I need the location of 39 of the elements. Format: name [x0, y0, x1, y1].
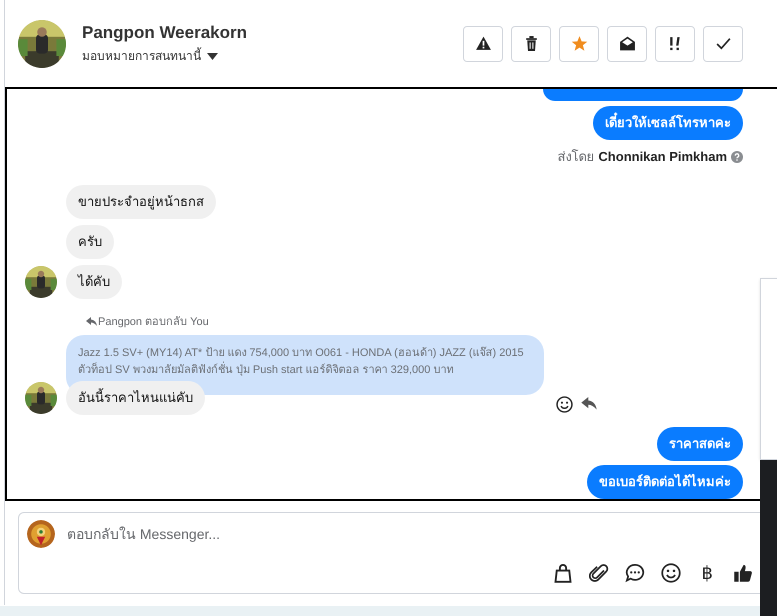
- check-button[interactable]: [703, 26, 743, 62]
- assign-dropdown[interactable]: มอบหมายการสนทนานี้: [82, 47, 247, 66]
- thumbs-up-icon: [733, 563, 753, 583]
- contact-name: Pangpon Weerakorn: [82, 22, 247, 44]
- message-bubble: ขายประจำอยู่หน้าธกส: [66, 184, 216, 218]
- reply-field[interactable]: ตอบกลับใน Messenger...: [67, 524, 627, 544]
- envelope-icon: [618, 35, 636, 52]
- react-icon[interactable]: [556, 396, 573, 413]
- chat-button[interactable]: [625, 563, 645, 583]
- like-button[interactable]: [733, 563, 753, 583]
- shopping-bag-icon: [553, 563, 573, 583]
- star-button[interactable]: [559, 26, 599, 62]
- sender-name: Chonnikan Pimkham: [598, 148, 727, 166]
- message-bubble: ขอเบอร์ติดต่อได้ไหมค่ะ: [587, 465, 743, 499]
- bag-button[interactable]: [553, 563, 573, 583]
- message-bubble: ครับ: [66, 224, 114, 258]
- clip-button[interactable]: [589, 563, 609, 583]
- currency-button[interactable]: ฿: [697, 563, 717, 583]
- message-bubble: เดี๋ยวให้เซลล์โทรหาคะ: [593, 106, 743, 140]
- reply-note: Pangpon ตอบกลับ You: [98, 314, 209, 330]
- message-bubble: ได้คับ: [66, 264, 122, 298]
- sender-label: ส่งโดย: [557, 148, 594, 166]
- trash-button[interactable]: [511, 26, 551, 62]
- check-icon: [714, 35, 732, 52]
- reply-arrow-icon: [86, 316, 97, 327]
- star-icon: [570, 35, 588, 52]
- envelope-button[interactable]: [607, 26, 647, 62]
- smile-button[interactable]: [661, 563, 681, 583]
- chat-bubble-icon: [625, 563, 645, 583]
- alert-button[interactable]: [463, 26, 503, 62]
- warning-icon: [474, 35, 492, 52]
- smiley-icon: [661, 563, 681, 583]
- help-icon: [731, 150, 743, 163]
- caret-icon: [207, 52, 218, 60]
- important-button[interactable]: [655, 26, 695, 62]
- message-bubble: ราคาสดค่ะ: [657, 427, 743, 461]
- message-bubble: อันนี้ราคาไหนแน่คับ: [66, 381, 205, 415]
- reply-icon[interactable]: [581, 397, 597, 411]
- paperclip-icon: [589, 563, 609, 583]
